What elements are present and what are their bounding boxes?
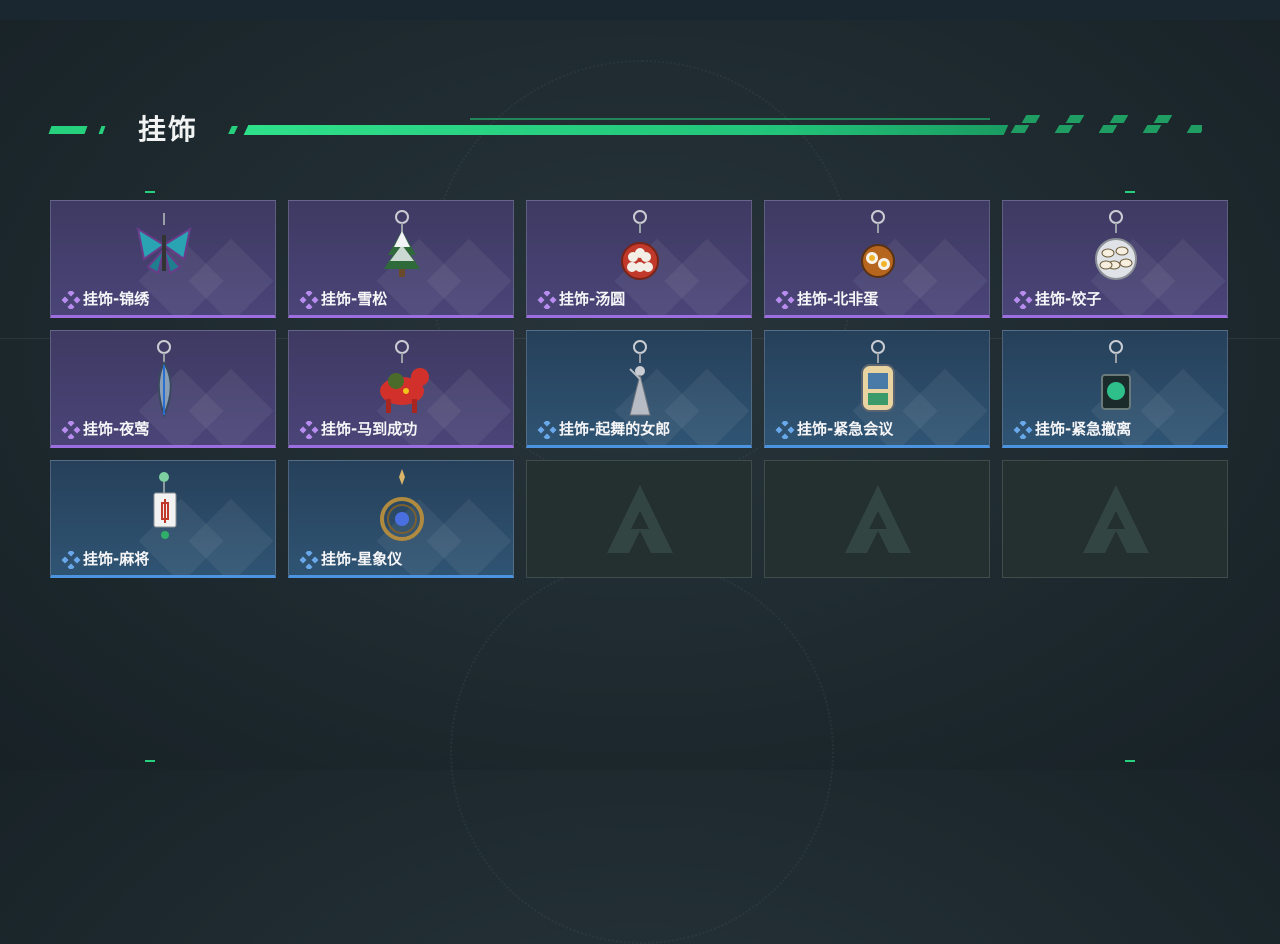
item-label: 挂饰-雪松	[321, 290, 388, 308]
checker-block	[1109, 115, 1129, 123]
empty-slot-logo-icon	[1083, 485, 1149, 553]
top-bar	[0, 0, 1280, 20]
header-accent	[228, 126, 238, 134]
header-bar	[243, 125, 1009, 135]
corner-mark	[1125, 191, 1135, 193]
item-card[interactable]: 挂饰-起舞的女郎	[526, 330, 752, 448]
item-card[interactable]: 挂饰-北非蛋	[764, 200, 990, 318]
checker-block	[1186, 125, 1202, 133]
snow-pine-charm-icon	[384, 210, 420, 277]
butterfly-charm-icon	[136, 213, 192, 275]
checker-block	[1098, 125, 1118, 133]
rarity-diamond-icon	[1013, 421, 1033, 439]
item-card[interactable]: 挂饰-雪松	[288, 200, 514, 318]
item-card[interactable]: 挂饰-麻将	[50, 460, 276, 578]
shakshuka-charm-icon	[861, 210, 895, 278]
background-ring	[450, 560, 834, 944]
item-card[interactable]: 挂饰-饺子	[1002, 200, 1228, 318]
rarity-diamond-icon	[61, 551, 81, 569]
checker-block	[1010, 125, 1030, 133]
item-card[interactable]: 挂饰-夜莺	[50, 330, 276, 448]
item-label: 挂饰-麻将	[83, 550, 150, 568]
corner-mark	[145, 760, 155, 762]
rarity-diamond-icon	[61, 291, 81, 309]
tangyuan-bowl-charm-icon	[621, 210, 659, 280]
red-horse-charm-icon	[380, 340, 429, 413]
evacuation-tag-charm-icon	[1101, 340, 1131, 410]
item-label: 挂饰-马到成功	[321, 420, 418, 438]
item-card[interactable]: 挂饰-星象仪	[288, 460, 514, 578]
checker-block	[1153, 115, 1173, 123]
item-label: 挂饰-紧急撤离	[1035, 420, 1132, 438]
corner-mark	[1125, 760, 1135, 762]
item-label: 挂饰-北非蛋	[797, 290, 879, 308]
dancer-charm-icon	[629, 340, 651, 416]
checker-block	[1065, 115, 1085, 123]
header-checker-pattern	[1002, 115, 1202, 135]
item-card[interactable]: 挂饰-锦绣	[50, 200, 276, 318]
rarity-diamond-icon	[537, 421, 557, 439]
mahjong-tile-charm-icon	[153, 472, 177, 539]
item-label: 挂饰-星象仪	[321, 550, 403, 568]
empty-slot	[526, 460, 752, 578]
rarity-diamond-icon	[299, 291, 319, 309]
checker-block	[1142, 125, 1162, 133]
section-header: 挂饰	[48, 108, 1210, 148]
empty-slot-logo-icon	[845, 485, 911, 553]
astrolabe-charm-icon	[380, 469, 424, 541]
meeting-badge-charm-icon	[861, 340, 895, 412]
rarity-diamond-icon	[299, 551, 319, 569]
corner-mark	[145, 191, 155, 193]
empty-slot	[1002, 460, 1228, 578]
item-label: 挂饰-起舞的女郎	[559, 420, 671, 438]
item-card[interactable]: 挂饰-紧急会议	[764, 330, 990, 448]
item-card[interactable]: 挂饰-汤圆	[526, 200, 752, 318]
checker-block	[1021, 115, 1041, 123]
item-label: 挂饰-夜莺	[83, 420, 150, 438]
item-card[interactable]: 挂饰-马到成功	[288, 330, 514, 448]
item-label: 挂饰-饺子	[1035, 290, 1102, 308]
dumplings-charm-icon	[1095, 210, 1137, 280]
rarity-diamond-icon	[775, 421, 795, 439]
rarity-diamond-icon	[1013, 291, 1033, 309]
item-label: 挂饰-汤圆	[559, 290, 626, 308]
section-title: 挂饰	[138, 113, 199, 146]
empty-slot	[764, 460, 990, 578]
checker-block	[1054, 125, 1074, 133]
feather-charm-icon	[157, 340, 172, 418]
header-thin-line	[470, 118, 990, 120]
rarity-diamond-icon	[61, 421, 81, 439]
rarity-diamond-icon	[775, 291, 795, 309]
rarity-diamond-icon	[299, 421, 319, 439]
header-accent	[98, 126, 106, 134]
item-label: 挂饰-锦绣	[83, 290, 150, 308]
header-accent	[48, 126, 88, 134]
empty-slot-logo-icon	[607, 485, 673, 553]
item-card[interactable]: 挂饰-紧急撤离	[1002, 330, 1228, 448]
rarity-diamond-icon	[537, 291, 557, 309]
item-label: 挂饰-紧急会议	[797, 420, 894, 438]
